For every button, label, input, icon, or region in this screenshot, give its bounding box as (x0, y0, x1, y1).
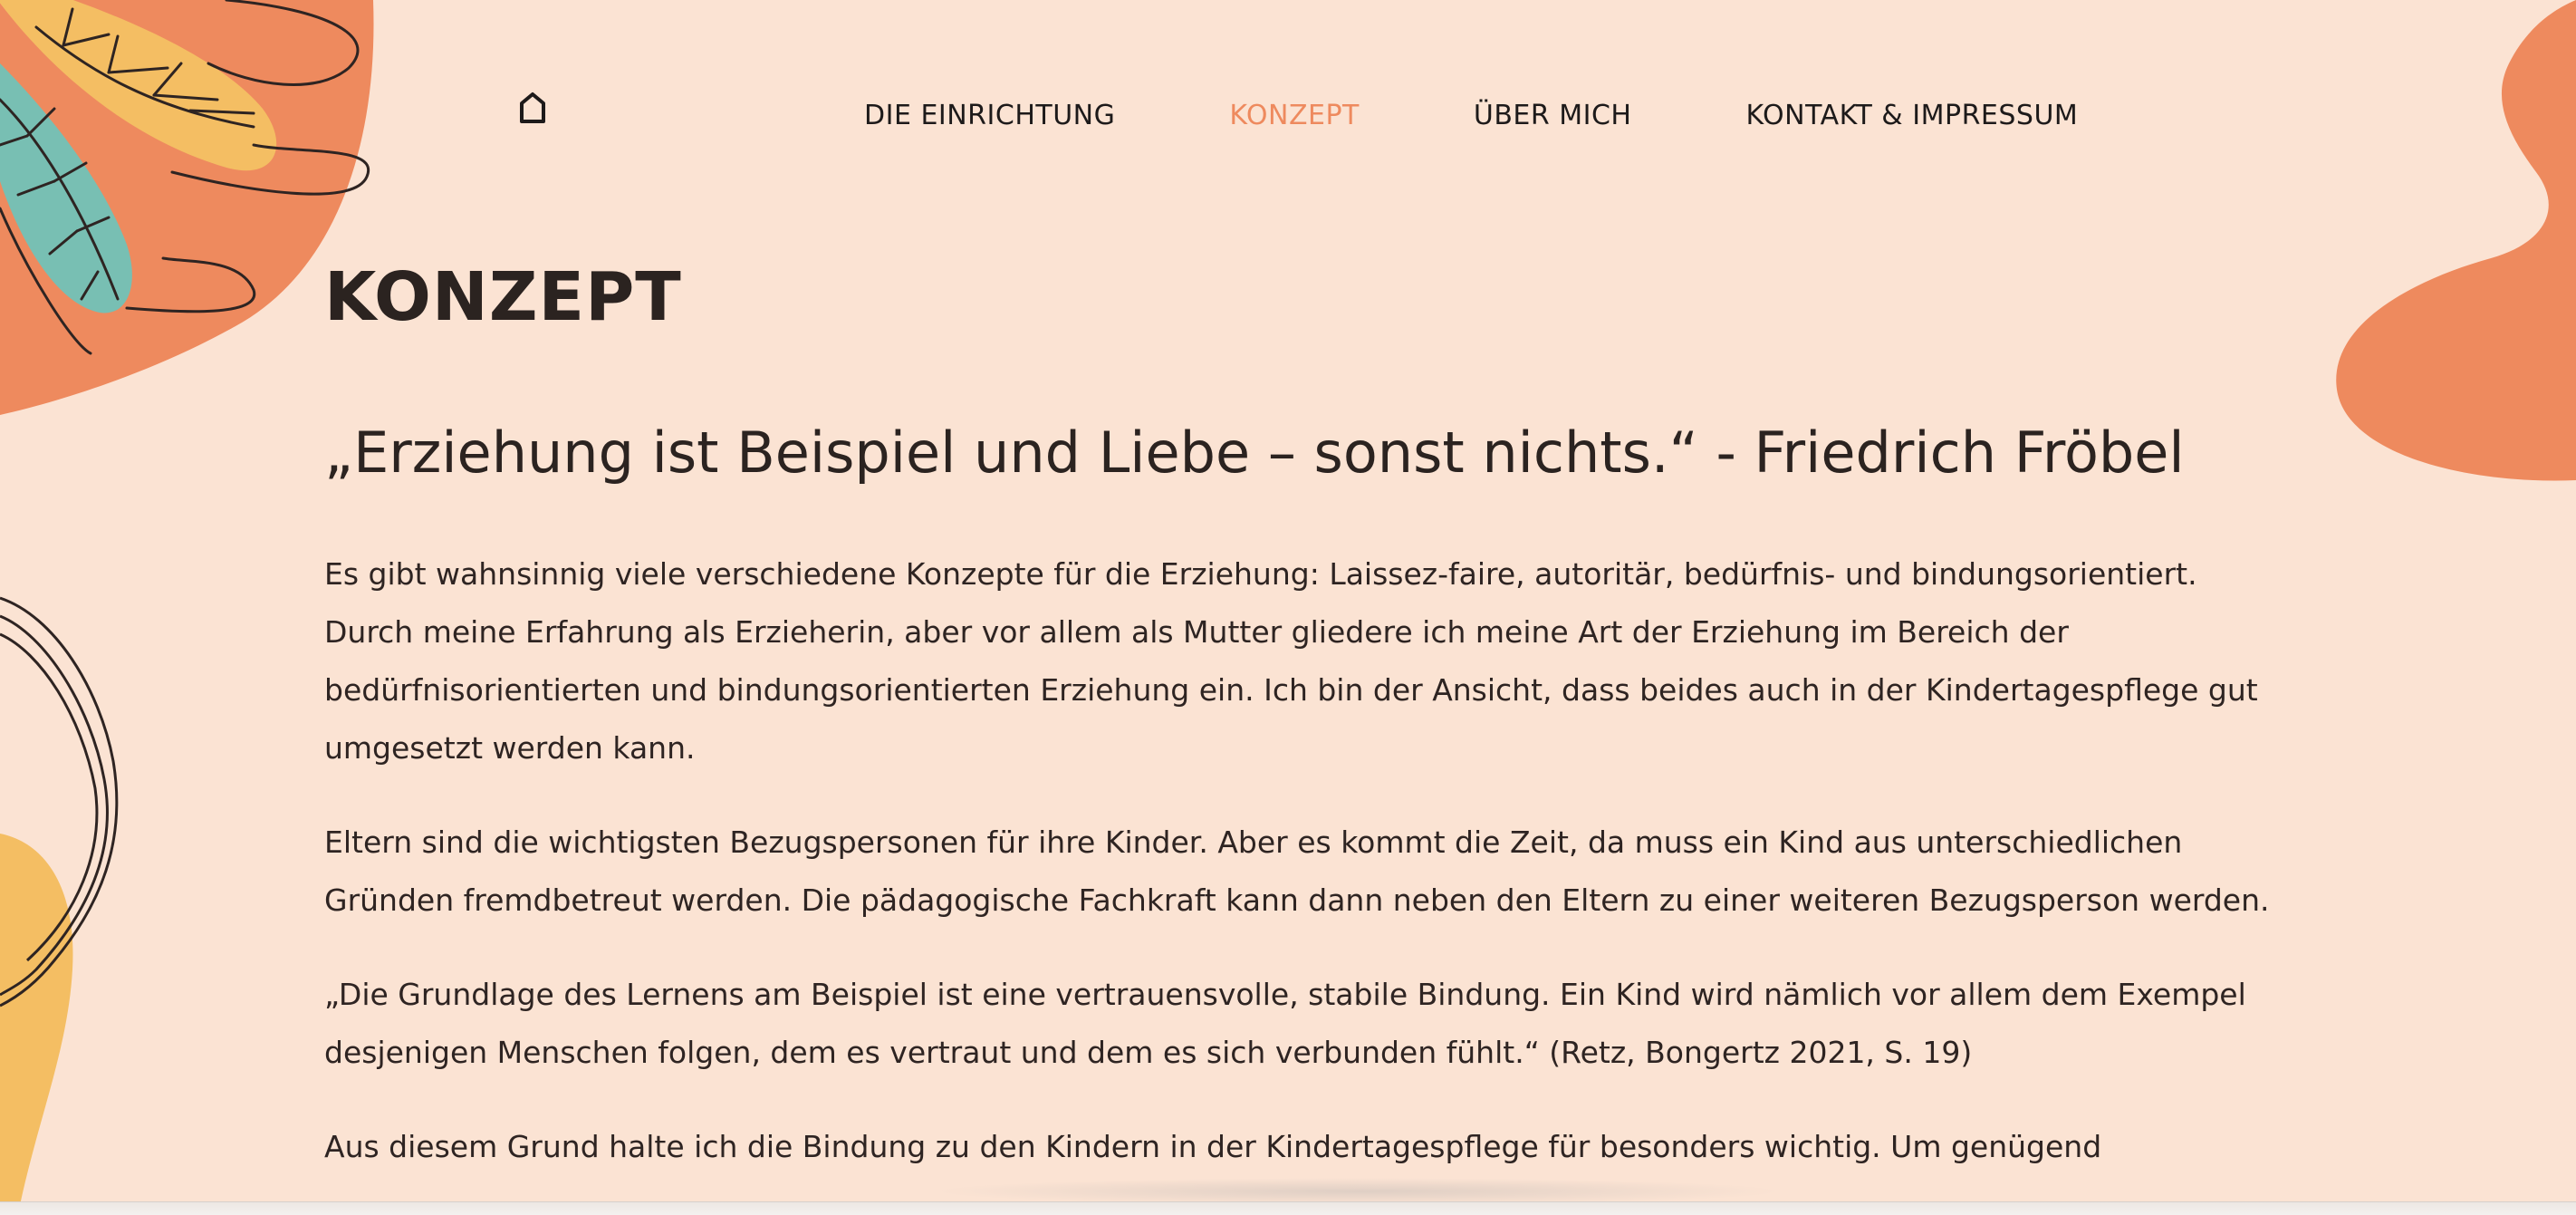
nav-item-kontakt-impressum[interactable]: KONTAKT & IMPRESSUM (1746, 100, 2079, 131)
main-content: KONZEPT „Erziehung ist Beispiel und Lieb… (324, 258, 2281, 1176)
nav-item-die-einrichtung[interactable]: DIE EINRICHTUNG (864, 100, 1115, 131)
main-navigation: DIE EINRICHTUNG KONZEPT ÜBER MICH KONTAK… (864, 100, 2078, 131)
paragraph-3: „Die Grundlage des Lernens am Beispiel i… (324, 977, 2246, 1070)
decorative-leaves-top-left (0, 0, 374, 415)
nav-item-konzept[interactable]: KONZEPT (1229, 100, 1360, 131)
paragraph-4: Aus diesem Grund halte ich die Bindung z… (324, 1129, 2102, 1164)
nav-item-ueber-mich[interactable]: ÜBER MICH (1474, 100, 1632, 131)
paragraph-1: Es gibt wahnsinnig viele verschiedene Ko… (324, 556, 2258, 766)
window-bottom-edge (0, 1201, 2576, 1215)
decorative-shapes-left (0, 596, 119, 1214)
page-title: KONZEPT (324, 258, 682, 336)
home-icon[interactable] (514, 87, 551, 127)
decorative-blob-top-right (2336, 0, 2576, 481)
page-quote: „Erziehung ist Beispiel und Liebe – sons… (324, 419, 2185, 486)
paragraph-2: Eltern sind die wichtigsten Bezugsperson… (324, 824, 2270, 918)
